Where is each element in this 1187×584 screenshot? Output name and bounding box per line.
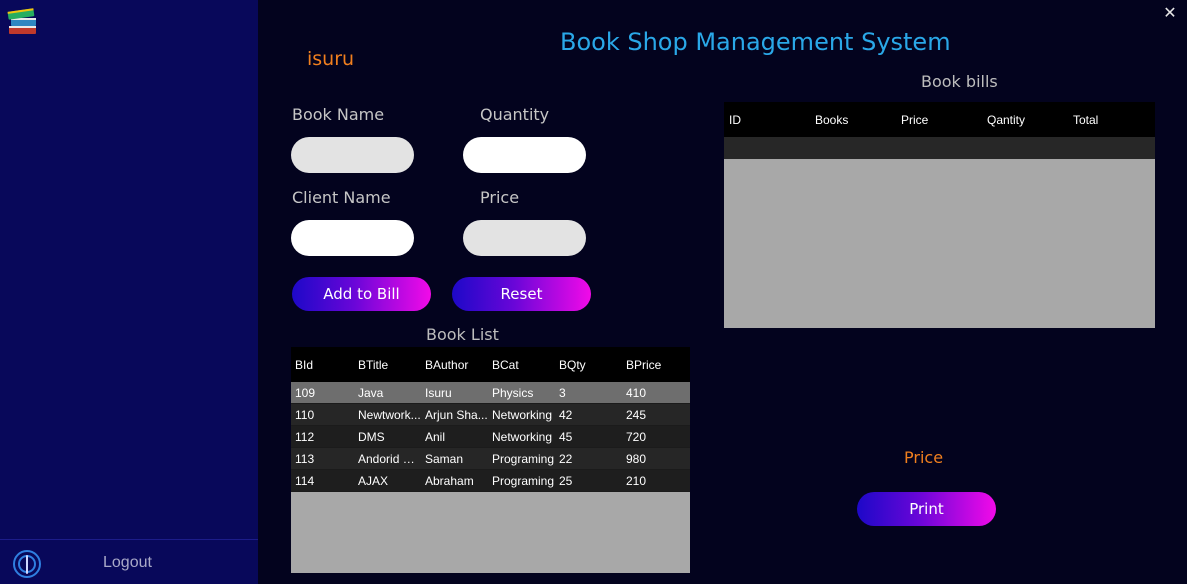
table-row[interactable]: 109 Java Isuru Physics 3 410	[291, 382, 690, 404]
book-list-table[interactable]: BId BTitle BAuthor BCat BQty BPrice 109 J…	[291, 347, 690, 573]
books-stack-icon	[6, 6, 40, 38]
table-body: 109 Java Isuru Physics 3 410 110 Newtwork... Arj…	[291, 382, 690, 492]
book-name-field[interactable]	[291, 137, 414, 173]
column-header-books[interactable]: Books	[810, 113, 896, 127]
cell-btitle[interactable]: Newtwork...	[358, 408, 425, 422]
cell-bauthor[interactable]: Abraham	[425, 474, 492, 488]
table-row[interactable]: 113 Andorid D... Saman Programing 22 980	[291, 448, 690, 470]
reset-button[interactable]: Reset	[452, 277, 591, 311]
cell-bauthor[interactable]: Saman	[425, 452, 492, 466]
cell-bqty[interactable]: 22	[559, 452, 626, 466]
column-header-quantity[interactable]: Qantity	[982, 113, 1068, 127]
cell-bid[interactable]: 113	[291, 452, 358, 466]
column-header-bid[interactable]: BId	[291, 358, 358, 372]
client-name-label: Client Name	[292, 188, 391, 207]
book-bills-title: Book bills	[921, 72, 998, 91]
table-row[interactable]: 110 Newtwork... Arjun Sha... Networking 42 24…	[291, 404, 690, 426]
quantity-field[interactable]	[463, 137, 586, 173]
cell-bauthor[interactable]: Anil	[425, 430, 492, 444]
quantity-label: Quantity	[480, 105, 550, 124]
cell-bcat[interactable]: Networking	[492, 430, 559, 444]
table-row[interactable]: 112 DMS Anil Networking 45 720	[291, 426, 690, 448]
cell-bauthor[interactable]: Arjun Sha...	[425, 408, 492, 422]
print-button[interactable]: Print	[857, 492, 996, 526]
column-header-price[interactable]: Price	[896, 113, 982, 127]
cell-bauthor[interactable]: Isuru	[425, 386, 492, 400]
cell-bid[interactable]: 110	[291, 408, 358, 422]
book-bills-table[interactable]: ID Books Price Qantity Total	[724, 102, 1155, 328]
cell-bprice[interactable]: 210	[626, 474, 690, 488]
cell-bcat[interactable]: Programing	[492, 452, 559, 466]
cell-btitle[interactable]: DMS	[358, 430, 425, 444]
column-header-bauthor[interactable]: BAuthor	[425, 358, 492, 372]
cell-bprice[interactable]: 980	[626, 452, 690, 466]
total-price-label: Price	[904, 448, 944, 467]
table-row[interactable]: 114 AJAX Abraham Programing 25 210	[291, 470, 690, 492]
cell-bqty[interactable]: 45	[559, 430, 626, 444]
column-header-bqty[interactable]: BQty	[559, 358, 626, 372]
column-header-bcat[interactable]: BCat	[492, 358, 559, 372]
sidebar: Logout	[0, 0, 258, 584]
cell-bid[interactable]: 114	[291, 474, 358, 488]
column-header-btitle[interactable]: BTitle	[358, 358, 425, 372]
logout-label: Logout	[103, 554, 152, 571]
cell-bcat[interactable]: Programing	[492, 474, 559, 488]
table-header: BId BTitle BAuthor BCat BQty BPrice	[291, 347, 690, 382]
column-header-total[interactable]: Total	[1068, 113, 1155, 127]
cell-bprice[interactable]: 410	[626, 386, 690, 400]
username-label: isuru	[307, 48, 355, 70]
price-field[interactable]	[463, 220, 586, 256]
cell-bprice[interactable]: 720	[626, 430, 690, 444]
cell-bprice[interactable]: 245	[626, 408, 690, 422]
cell-bid[interactable]: 109	[291, 386, 358, 400]
logout-button[interactable]: Logout	[0, 539, 258, 584]
cell-bid[interactable]: 112	[291, 430, 358, 444]
page-title: Book Shop Management System	[560, 28, 951, 56]
power-icon	[12, 549, 42, 579]
close-icon[interactable]: ✕	[1161, 4, 1179, 22]
cell-bqty[interactable]: 42	[559, 408, 626, 422]
client-name-field[interactable]	[291, 220, 414, 256]
price-label: Price	[480, 188, 520, 207]
cell-bcat[interactable]: Physics	[492, 386, 559, 400]
cell-bqty[interactable]: 3	[559, 386, 626, 400]
new-row-placeholder[interactable]	[724, 137, 1155, 159]
cell-btitle[interactable]: Andorid D...	[358, 452, 425, 466]
add-to-bill-button[interactable]: Add to Bill	[292, 277, 431, 311]
book-list-title: Book List	[426, 325, 499, 344]
book-name-label: Book Name	[292, 105, 385, 124]
table-header: ID Books Price Qantity Total	[724, 102, 1155, 137]
cell-bqty[interactable]: 25	[559, 474, 626, 488]
cell-btitle[interactable]: Java	[358, 386, 425, 400]
column-header-id[interactable]: ID	[724, 113, 810, 127]
cell-btitle[interactable]: AJAX	[358, 474, 425, 488]
column-header-bprice[interactable]: BPrice	[626, 358, 690, 372]
cell-bcat[interactable]: Networking	[492, 408, 559, 422]
